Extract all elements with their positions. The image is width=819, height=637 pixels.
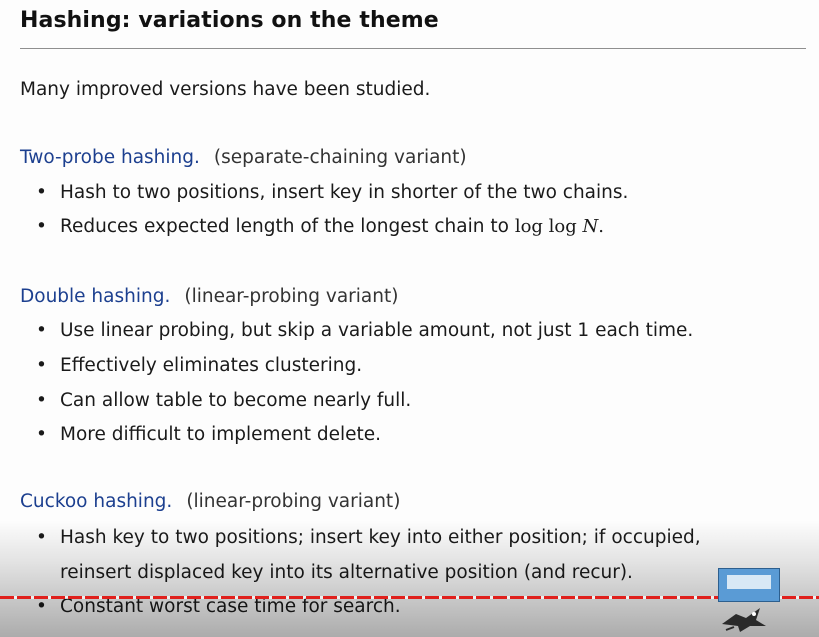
section-variant: (linear-probing variant) xyxy=(186,491,401,512)
cover-title-band xyxy=(727,575,771,589)
section-heading-cuckoo: Cuckoo hashing. (linear-probing variant) xyxy=(20,491,400,512)
bullet-item: Constant worst case time for search. xyxy=(36,596,401,617)
bullet-item: Hash to two positions, insert key in sho… xyxy=(36,182,628,203)
math-period: . xyxy=(598,216,604,237)
bullet-item: Can allow table to become nearly full. xyxy=(36,390,411,411)
book-cover-thumbnail xyxy=(718,568,780,602)
slide: Hashing: variations on the theme Many im… xyxy=(0,0,819,637)
intro-text: Many improved versions have been studied… xyxy=(20,79,431,100)
section-name: Double hashing. xyxy=(20,286,171,307)
bullet-item: Hash key to two positions; insert key in… xyxy=(36,527,701,548)
bullet-text: Reduces expected length of the longest c… xyxy=(60,216,515,237)
title-divider xyxy=(20,48,806,49)
bullet-item: More difficult to implement delete. xyxy=(36,424,381,445)
math-log-log: log log xyxy=(514,216,583,237)
bullet-item: Use linear probing, but skip a variable … xyxy=(36,320,693,341)
slide-title: Hashing: variations on the theme xyxy=(20,8,439,33)
section-name: Two-probe hashing. xyxy=(20,147,200,168)
math-expression: log log N. xyxy=(515,216,604,237)
section-heading-double: Double hashing. (linear-probing variant) xyxy=(20,286,398,307)
video-progress-bar[interactable] xyxy=(0,596,819,599)
section-variant: (linear-probing variant) xyxy=(184,286,399,307)
bullet-item: Reduces expected length of the longest c… xyxy=(36,216,604,237)
section-variant: (separate-chaining variant) xyxy=(213,147,467,168)
section-heading-two-probe: Two-probe hashing. (separate-chaining var… xyxy=(20,147,467,168)
math-variable: N xyxy=(582,216,599,237)
bird-mascot-icon xyxy=(722,608,766,632)
bullet-item: Effectively eliminates clustering. xyxy=(36,355,362,376)
section-name: Cuckoo hashing. xyxy=(20,491,173,512)
bullet-continuation: reinsert displaced key into its alternat… xyxy=(60,562,633,583)
